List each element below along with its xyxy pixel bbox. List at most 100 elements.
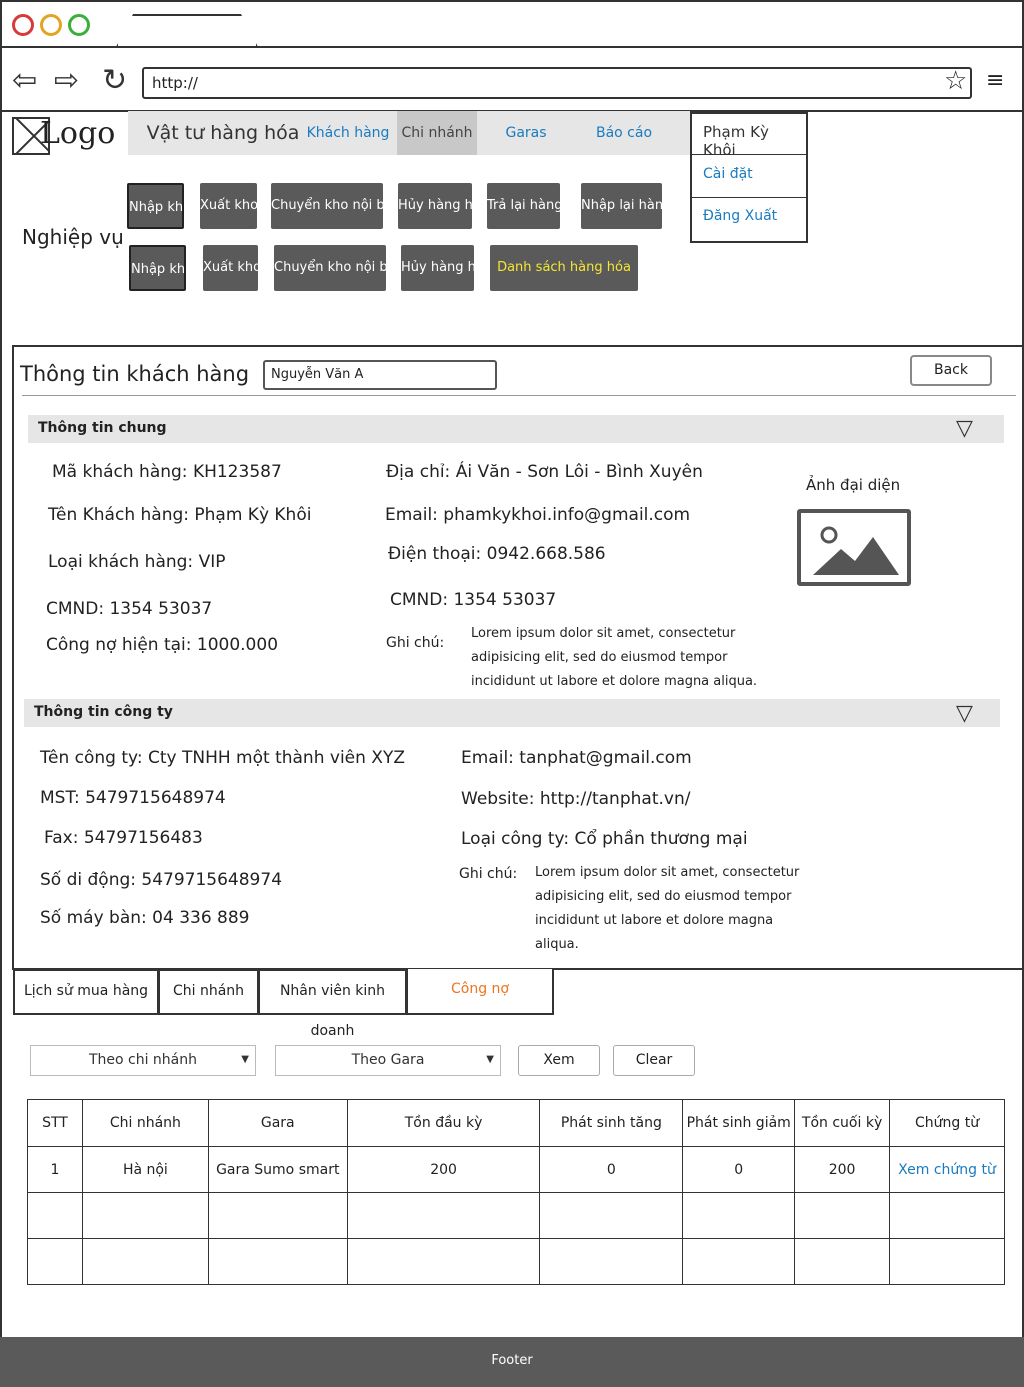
nav-khach-hang[interactable]: Khách hàng: [306, 111, 390, 155]
settings-link[interactable]: Cài đặt: [692, 166, 806, 182]
tab-branch[interactable]: Chi nhánh: [158, 969, 259, 1015]
reload-icon[interactable]: ↻: [102, 66, 127, 96]
cell-increase: 0: [539, 1146, 684, 1193]
dropdown-divider: [692, 197, 806, 198]
op-tra-lai-button[interactable]: Trả lại hàng: [487, 183, 560, 229]
col-header-branch: Chi nhánh: [81, 1099, 209, 1147]
company-mobile: Số di động: 5479715648974: [40, 870, 283, 890]
customer-phone: Điện thoại: 0942.668.586: [388, 544, 606, 564]
table-row: [27, 1192, 1005, 1239]
address-bar[interactable]: http://: [142, 67, 972, 99]
close-window-dot[interactable]: [12, 14, 34, 36]
branch-filter-value: Theo chi nhánh: [88, 1052, 198, 1068]
col-header-gara: Gara: [207, 1099, 348, 1147]
company-name: Tên công ty: Cty TNHH một thành viên XYZ: [40, 748, 405, 768]
cell-decrease: 0: [682, 1146, 796, 1193]
gara-filter-select[interactable]: Theo Gara ▼: [275, 1045, 501, 1076]
product-list-button[interactable]: Danh sách hàng hóa: [490, 245, 638, 291]
footer: Footer: [0, 1337, 1024, 1387]
collapse-triangle-icon[interactable]: ▽: [956, 418, 973, 440]
avatar-label: Ảnh đại diện: [806, 476, 901, 494]
general-info-header[interactable]: Thông tin chung: [28, 415, 1004, 443]
company-type: Loại công ty: Cổ phần thương mại: [461, 829, 748, 849]
op2-huy-hang-button[interactable]: Hủy hàng hóa: [401, 245, 474, 291]
op-nhap-lai-button[interactable]: Nhập lại hàng: [581, 183, 662, 229]
tab-purchase-history[interactable]: Lịch sử mua hàng: [13, 969, 159, 1015]
logo-text: Logo: [40, 116, 116, 151]
op-nhap-kho-button[interactable]: Nhập kho: [127, 183, 184, 229]
cell-branch: Hà nội: [81, 1146, 209, 1193]
tabbar-divider: [0, 46, 1024, 48]
customer-code: Mã khách hàng: KH123587: [52, 462, 282, 482]
customer-name-input[interactable]: Nguyễn Văn A: [263, 360, 497, 390]
company-tax: MST: 5479715648974: [40, 788, 226, 808]
avatar-image-icon[interactable]: [797, 509, 911, 586]
op2-nhap-kho-button[interactable]: Nhập kho: [129, 245, 186, 291]
branch-filter-select[interactable]: Theo chi nhánh ▼: [30, 1045, 256, 1076]
company-note: Lorem ipsum dolor sit amet, consectetur …: [535, 865, 800, 952]
gara-filter-value: Theo Gara: [351, 1052, 425, 1068]
view-button[interactable]: Xem: [518, 1045, 600, 1076]
tab-sales-staff[interactable]: Nhân viên kinh doanh: [258, 969, 407, 1039]
page-title: Thông tin khách hàng: [20, 362, 250, 386]
op2-xuat-kho-button[interactable]: Xuất kho: [203, 245, 258, 291]
company-info-title: Thông tin công ty: [34, 704, 173, 720]
cell-stt: 1: [27, 1146, 83, 1193]
view-documents-link[interactable]: Xem chứng từ: [889, 1146, 1005, 1193]
op-xuat-kho-button[interactable]: Xuất kho: [200, 183, 257, 229]
customer-debt: Công nợ hiện tại: 1000.000: [46, 635, 279, 655]
browser-tab[interactable]: [116, 14, 258, 47]
logout-link[interactable]: Đăng Xuất: [692, 208, 806, 224]
chevron-down-icon: ▼: [486, 1054, 494, 1065]
title-divider: [22, 395, 1016, 396]
col-header-stt: STT: [27, 1099, 83, 1147]
clear-button[interactable]: Clear: [613, 1045, 695, 1076]
nav-chi-nhanh[interactable]: Chi nhánh: [397, 111, 477, 155]
table-header-row: STT Chi nhánh Gara Tồn đầu kỳ Phát sinh …: [27, 1099, 1005, 1147]
customer-email: Email: phamkykhoi.info@gmail.com: [385, 505, 691, 525]
customer-type: Loại khách hàng: VIP: [48, 552, 226, 572]
customer-id-card: CMND: 1354 53037: [46, 599, 213, 619]
collapse-triangle-icon[interactable]: ▽: [956, 703, 973, 725]
company-note-label: Ghi chú:: [459, 866, 518, 882]
cell-gara: Gara Sumo smart: [207, 1146, 348, 1193]
col-header-opening: Tồn đầu kỳ: [346, 1099, 541, 1147]
minimize-window-dot[interactable]: [40, 14, 62, 36]
nav-garas[interactable]: Garas: [488, 111, 564, 155]
nav-vat-tu[interactable]: Vật tư hàng hóa: [146, 111, 300, 155]
user-dropdown: Phạm Kỳ Khôi Cài đặt Đăng Xuất: [690, 112, 808, 243]
forward-arrow-icon[interactable]: ⇨: [54, 66, 79, 96]
col-header-increase: Phát sinh tăng: [539, 1099, 684, 1147]
bookmark-star-icon[interactable]: ☆: [944, 68, 967, 94]
customer-note-label: Ghi chú:: [386, 635, 445, 651]
customer-address: Địa chỉ: Ái Văn - Sơn Lôi - Bình Xuyên: [386, 462, 703, 482]
general-info-title: Thông tin chung: [38, 420, 167, 436]
url-text: http://: [152, 74, 198, 92]
customer-name: Tên Khách hàng: Phạm Kỳ Khôi: [48, 505, 312, 525]
debt-table: STT Chi nhánh Gara Tồn đầu kỳ Phát sinh …: [27, 1099, 1005, 1285]
table-row: 1 Hà nội Gara Sumo smart 200 0 0 200 Xem…: [27, 1146, 1005, 1193]
dropdown-divider: [692, 154, 806, 155]
tab-debt[interactable]: Công nợ: [406, 969, 554, 1015]
hamburger-menu-icon[interactable]: ≡: [986, 70, 1004, 92]
company-email: Email: tanphat@gmail.com: [461, 748, 692, 768]
back-button[interactable]: Back: [910, 355, 992, 386]
main-navbar: Vật tư hàng hóa Khách hàng Chi nhánh Gar…: [128, 111, 690, 155]
maximize-window-dot[interactable]: [68, 14, 90, 36]
chevron-down-icon: ▼: [241, 1054, 249, 1065]
company-website: Website: http://tanphat.vn/: [461, 789, 691, 809]
nav-bao-cao[interactable]: Báo cáo: [582, 111, 666, 155]
customer-note: Lorem ipsum dolor sit amet, consectetur …: [471, 626, 758, 689]
cell-opening: 200: [346, 1146, 541, 1193]
back-arrow-icon[interactable]: ⇦: [12, 66, 37, 96]
company-info-header[interactable]: Thông tin công ty: [24, 699, 1000, 727]
operations-label: Nghiệp vụ: [22, 225, 124, 249]
table-row: [27, 1238, 1005, 1285]
col-header-documents: Chứng từ: [889, 1099, 1005, 1147]
company-landline: Số máy bàn: 04 336 889: [40, 908, 250, 928]
op-huy-hang-button[interactable]: Hủy hàng hóa: [398, 183, 472, 229]
col-header-closing: Tồn cuối kỳ: [794, 1099, 891, 1147]
cell-closing: 200: [794, 1146, 891, 1193]
op-chuyen-kho-button[interactable]: Chuyển kho nội bộ: [271, 183, 383, 229]
op2-chuyen-kho-button[interactable]: Chuyển kho nội bộ: [274, 245, 386, 291]
